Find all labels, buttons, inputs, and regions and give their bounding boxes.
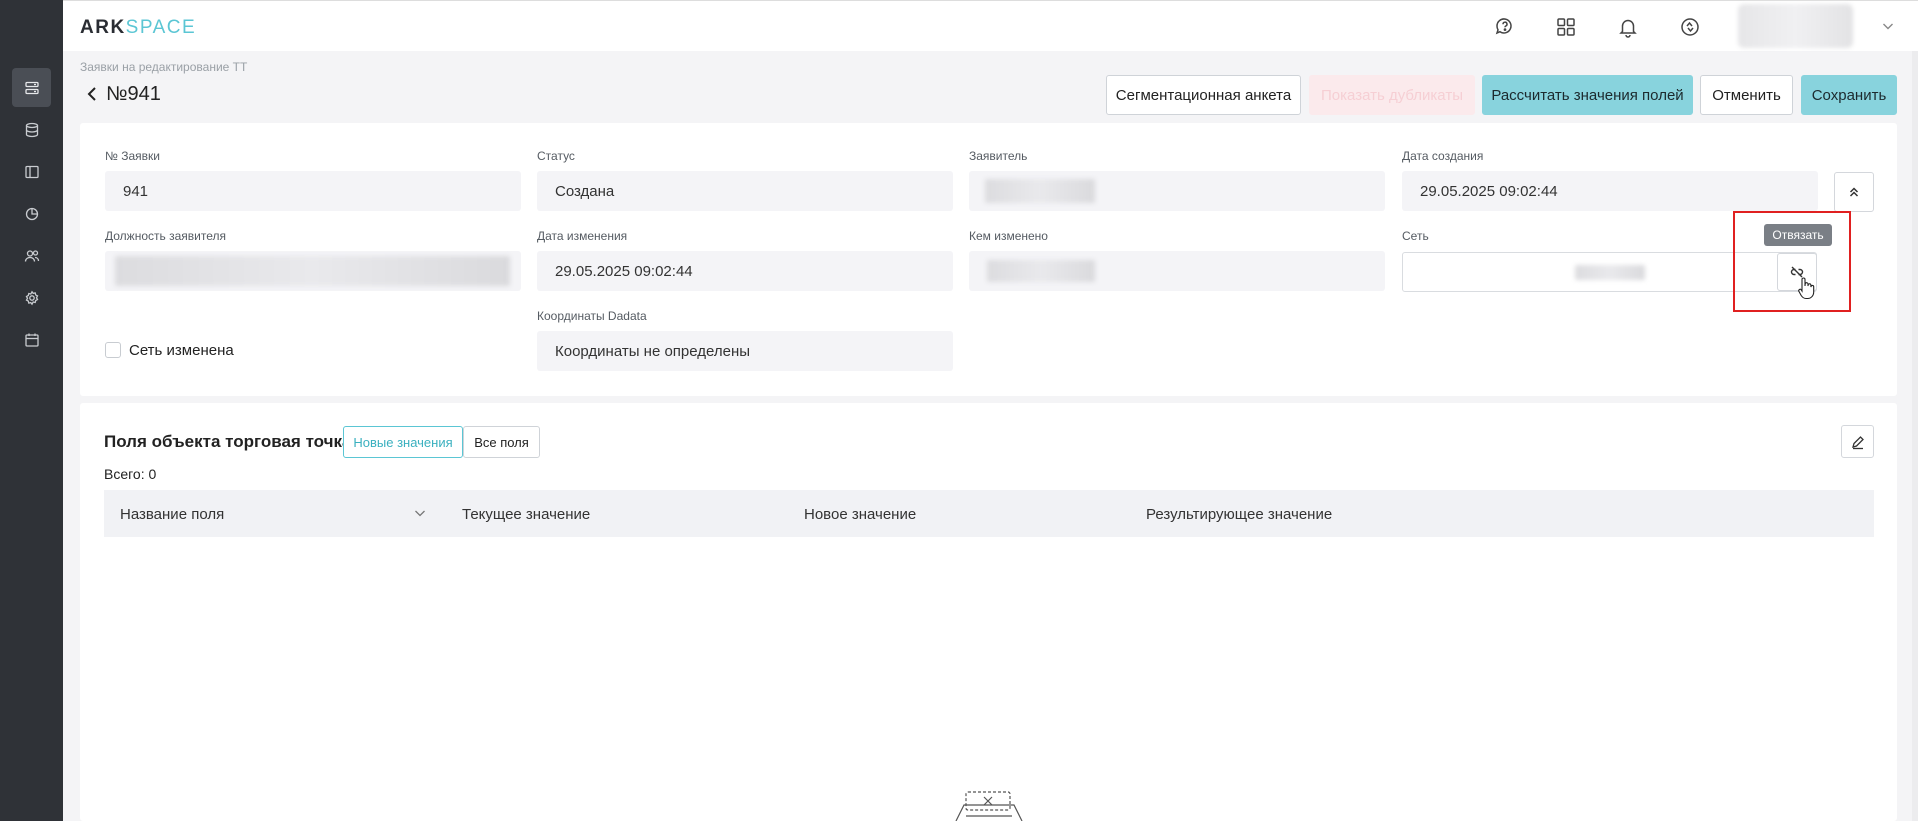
column-header: Новое значение bbox=[804, 506, 917, 523]
column-header: Текущее значение bbox=[462, 506, 591, 523]
sync-button[interactable] bbox=[1677, 14, 1703, 40]
column-header[interactable]: Название поля bbox=[120, 506, 224, 523]
status-field: Создана bbox=[537, 171, 953, 211]
network-changed-checkbox[interactable] bbox=[105, 342, 121, 358]
applicant-label: Заявитель bbox=[969, 149, 1028, 163]
cancel-button[interactable]: Отменить bbox=[1700, 75, 1793, 115]
show-duplicates-button: Показать дубликаты bbox=[1309, 75, 1475, 115]
table-header: Название поля Текущее значение Новое зна… bbox=[104, 490, 1874, 537]
edit-button[interactable] bbox=[1841, 425, 1874, 458]
notifications-button[interactable] bbox=[1615, 14, 1641, 40]
empty-box-icon bbox=[955, 791, 1023, 821]
sidebar-item-users[interactable] bbox=[12, 236, 51, 275]
collapse-button[interactable] bbox=[1834, 172, 1874, 212]
chevron-down-icon[interactable] bbox=[1879, 17, 1897, 35]
help-chat-button[interactable] bbox=[1492, 14, 1518, 40]
layout-icon bbox=[24, 165, 39, 178]
bell-icon bbox=[1619, 19, 1637, 38]
created-date-label: Дата создания bbox=[1402, 149, 1484, 163]
back-arrow-icon[interactable] bbox=[84, 86, 100, 102]
calculate-fields-button[interactable]: Рассчитать значения полей bbox=[1482, 75, 1693, 115]
section-title: Поля объекта торговая точка bbox=[104, 432, 352, 451]
position-field bbox=[105, 251, 521, 291]
request-no-field: 941 bbox=[105, 171, 521, 211]
total-count: Всего: 0 bbox=[104, 466, 157, 482]
chat-help-icon bbox=[1495, 18, 1512, 35]
database-icon bbox=[25, 122, 38, 137]
sidebar-item-layout[interactable] bbox=[12, 152, 51, 191]
object-fields-card bbox=[80, 403, 1897, 821]
segmentation-survey-button[interactable]: Сегментационная анкета bbox=[1106, 75, 1301, 115]
tab-all-fields[interactable]: Все поля bbox=[463, 426, 540, 458]
save-button[interactable]: Сохранить bbox=[1801, 75, 1897, 115]
sync-icon bbox=[1681, 18, 1699, 36]
sidebar-item-calendar[interactable] bbox=[12, 320, 51, 359]
chevron-double-up-icon bbox=[1849, 187, 1859, 197]
network-changed-label: Сеть изменена bbox=[129, 342, 234, 359]
users-icon bbox=[24, 249, 39, 262]
network-label: Сеть bbox=[1402, 229, 1429, 243]
tab-new-values[interactable]: Новые значения bbox=[343, 426, 463, 458]
created-date-field: 29.05.2025 09:02:44 bbox=[1402, 171, 1818, 211]
app-logo[interactable]: ARKSPACE bbox=[80, 17, 196, 39]
chevron-down-icon[interactable] bbox=[412, 505, 428, 521]
apps-grid-icon bbox=[1557, 18, 1575, 36]
pencil-icon bbox=[1851, 435, 1864, 449]
hand-cursor-icon bbox=[1798, 277, 1815, 300]
highlight-box bbox=[1733, 211, 1851, 312]
apps-button[interactable] bbox=[1553, 14, 1579, 40]
modified-date-field: 29.05.2025 09:02:44 bbox=[537, 251, 953, 291]
gear-icon bbox=[25, 290, 38, 305]
scrollbar[interactable] bbox=[1912, 51, 1918, 821]
sidebar-item-requests[interactable] bbox=[12, 68, 51, 107]
modified-by-field bbox=[969, 251, 1385, 291]
sidebar-item-database[interactable] bbox=[12, 110, 51, 149]
user-menu-avatar[interactable] bbox=[1738, 4, 1853, 48]
coords-label: Координаты Dadata bbox=[537, 309, 647, 323]
modified-by-label: Кем изменено bbox=[969, 229, 1048, 243]
status-label: Статус bbox=[537, 149, 575, 163]
coords-field: Координаты не определены bbox=[537, 331, 953, 371]
top-bar: ARKSPACE bbox=[63, 0, 1918, 51]
pie-chart-icon bbox=[25, 207, 38, 220]
request-no-label: № Заявки bbox=[105, 149, 160, 163]
requests-icon bbox=[24, 81, 39, 94]
sidebar-item-analytics[interactable] bbox=[12, 194, 51, 233]
modified-date-label: Дата изменения bbox=[537, 229, 628, 243]
page-title: №941 bbox=[106, 83, 161, 105]
applicant-field bbox=[969, 171, 1385, 211]
column-header: Результирующее значение bbox=[1146, 506, 1333, 523]
sidebar bbox=[0, 0, 63, 821]
position-label: Должность заявителя bbox=[105, 229, 226, 243]
calendar-icon bbox=[24, 333, 39, 347]
breadcrumb[interactable]: Заявки на редактирование ТТ bbox=[80, 60, 247, 74]
sidebar-item-settings[interactable] bbox=[12, 278, 51, 317]
